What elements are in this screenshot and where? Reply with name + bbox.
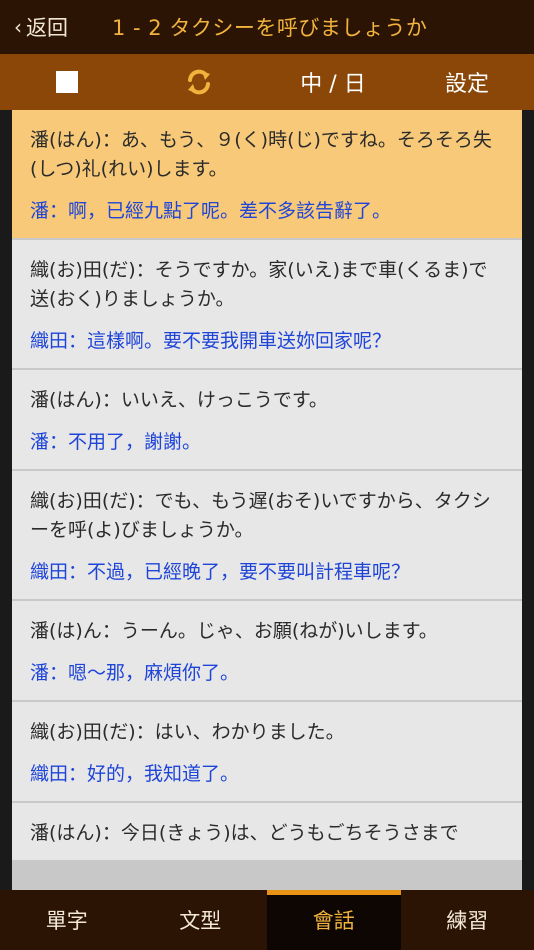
page-title: 1 - 2 タクシーを呼びましょうか	[112, 16, 428, 40]
chinese-translation: 潘：嗯～那，麻煩你了。	[30, 662, 240, 684]
japanese-text: 潘(はん)：今日(きょう)は、どうもごちそうさまで	[30, 822, 459, 844]
japanese-text: 潘(は)ん：うーん。じゃ、お願(ねが)いします。	[30, 620, 438, 642]
dialog-list[interactable]: 潘(はん)：あ、もう、９(く)時(じ)ですね。そろそろ失(しつ)礼(れい)します…	[12, 110, 522, 890]
dialog-line-1[interactable]: 潘(はん)：あ、もう、９(く)時(じ)ですね。そろそろ失(しつ)礼(れい)します…	[12, 110, 522, 240]
japanese-text: 織(お)田(だ)：でも、もう遅(おそ)いですから、タクシーを呼(よ)びましょうか…	[30, 490, 491, 541]
dialog-line-4[interactable]: 織(お)田(だ)：でも、もう遅(おそ)いですから、タクシーを呼(よ)びましょうか…	[12, 471, 522, 601]
dialog-line-5[interactable]: 潘(は)ん：うーん。じゃ、お願(ねが)いします。 潘：嗯～那，麻煩你了。	[12, 601, 522, 702]
refresh-icon	[188, 69, 210, 95]
chinese-translation: 潘：不用了，謝謝。	[30, 431, 202, 453]
repeat-button[interactable]	[178, 54, 220, 110]
japanese-text: 織(お)田(だ)：そうですか。家(いえ)まで車(くるま)で送(おく)りましょうか…	[30, 259, 488, 310]
chinese-translation: 織田：這樣啊。要不要我開車送妳回家呢？	[30, 330, 392, 352]
japanese-text: 潘(はん)：あ、もう、９(く)時(じ)ですね。そろそろ失(しつ)礼(れい)します…	[30, 129, 492, 180]
settings-button[interactable]: 設定	[432, 54, 502, 110]
tab-practice[interactable]: 練習	[401, 890, 534, 950]
chevron-left-icon: ‹	[14, 15, 22, 39]
tab-vocabulary[interactable]: 單字	[0, 890, 134, 950]
back-button[interactable]: ‹ 返回	[14, 0, 68, 54]
dialog-line-3[interactable]: 潘(はん)：いいえ、けっこうです。 潘：不用了，謝謝。	[12, 370, 522, 471]
toolbar: 中 / 日 設定	[0, 54, 534, 110]
stop-button[interactable]	[46, 54, 88, 110]
dialog-line-7[interactable]: 潘(はん)：今日(きょう)は、どうもごちそうさまで	[12, 803, 522, 862]
bottom-tab-bar: 單字 文型 會話 練習	[0, 890, 534, 950]
dialog-line-2[interactable]: 織(お)田(だ)：そうですか。家(いえ)まで車(くるま)で送(おく)りましょうか…	[12, 240, 522, 370]
japanese-text: 潘(はん)：いいえ、けっこうです。	[30, 389, 328, 411]
chinese-translation: 潘：啊，已經九點了呢。差不多該告辭了。	[30, 200, 392, 222]
tab-conversation[interactable]: 會話	[267, 890, 401, 950]
stop-icon	[56, 71, 78, 93]
language-toggle-button[interactable]: 中 / 日	[290, 54, 376, 110]
top-bar: ‹ 返回 1 - 2 タクシーを呼びましょうか	[0, 0, 534, 54]
japanese-text: 織(お)田(だ)：はい、わかりました。	[30, 721, 345, 743]
dialog-line-6[interactable]: 織(お)田(だ)：はい、わかりました。 織田：好的，我知道了。	[12, 702, 522, 803]
tab-sentence-patterns[interactable]: 文型	[134, 890, 268, 950]
back-label: 返回	[26, 16, 68, 40]
chinese-translation: 織田：好的，我知道了。	[30, 763, 240, 785]
chinese-translation: 織田：不過，已經晚了，要不要叫計程車呢？	[30, 561, 411, 583]
